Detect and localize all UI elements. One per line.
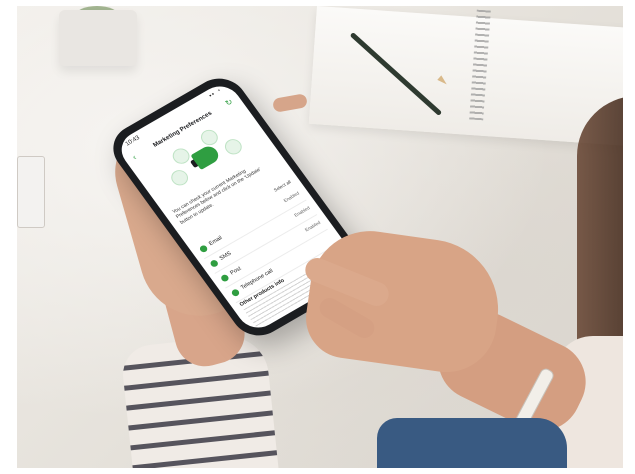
status-time: 10:43 (124, 135, 142, 148)
mail-icon (169, 145, 193, 167)
pref-toggle[interactable]: Enabled (283, 191, 301, 203)
photo: 10:43 ▪▪ ◔ ‹ Marketing Preferences ↻ You (17, 6, 623, 468)
sleeve-stripe (120, 427, 279, 452)
message-icon (221, 136, 245, 158)
sleeve-stripe (122, 447, 279, 468)
sms-icon (209, 258, 220, 269)
sleeve-stripe (120, 407, 279, 432)
jeans (377, 418, 567, 468)
left-device (17, 156, 45, 228)
post-icon (219, 273, 230, 283)
notebook (308, 6, 623, 147)
pref-label: Post (229, 265, 243, 277)
chat-icon (167, 167, 192, 189)
sleeve-stripe (120, 387, 279, 412)
pref-toggle[interactable]: Enabled (293, 205, 311, 217)
telephone-icon (230, 288, 241, 298)
pref-label: Email (208, 235, 224, 248)
pref-label: SMS (218, 250, 233, 262)
sleeve-stripe (120, 367, 279, 392)
email-icon (198, 244, 209, 254)
status-icons: ▪▪ ◔ (208, 87, 224, 100)
plant-pot (59, 10, 137, 66)
phone-icon (197, 126, 222, 148)
pref-toggle[interactable]: Enabled (304, 220, 322, 232)
photo-frame: 10:43 ▪▪ ◔ ‹ Marketing Preferences ↻ You (0, 0, 635, 474)
